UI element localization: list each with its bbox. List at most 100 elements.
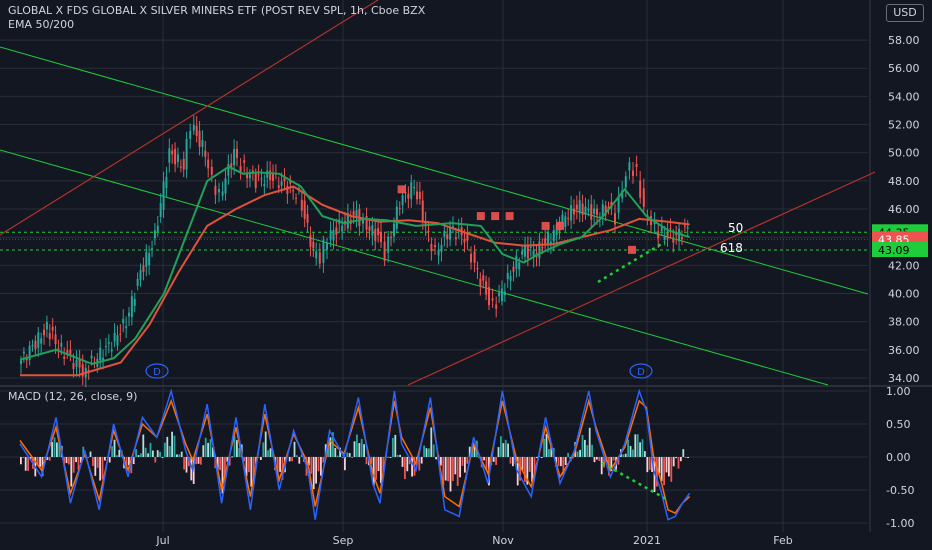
candle-body [642, 188, 645, 207]
macd-histogram-bar [154, 457, 157, 463]
macd-histogram-bar [404, 457, 406, 480]
candle-body [145, 251, 148, 267]
candle-body [584, 206, 587, 215]
macd-histogram-bar [99, 457, 101, 481]
candle-body [544, 238, 547, 245]
candle-body [581, 203, 584, 215]
macd-histogram-bar [164, 442, 166, 457]
macd-histogram-bar [389, 457, 392, 458]
macd-histogram-bar [509, 457, 512, 464]
macd-histogram-bar [524, 457, 526, 482]
candle-body [395, 206, 398, 229]
macd-histogram-bar [336, 455, 339, 457]
candle-body [315, 251, 318, 259]
macd-histogram-bar [447, 457, 449, 482]
macd-histogram-bar [687, 457, 689, 458]
candle-body [322, 240, 325, 264]
macd-histogram-bar [161, 457, 164, 458]
channel-line-red-upper [0, 0, 379, 236]
macd-histogram-bar [411, 457, 413, 477]
candle-body [398, 207, 401, 209]
candle-body [470, 253, 472, 263]
candle-body [221, 191, 224, 196]
macd-histogram-bar [387, 456, 389, 458]
macd-histogram-bar [173, 435, 176, 457]
candle-body [20, 360, 22, 364]
dividend-marker-label: D [637, 367, 645, 378]
macd-histogram-bar [171, 431, 173, 457]
macd-histogram-bar [454, 457, 457, 475]
channel-line-upper [0, 46, 869, 295]
macd-tick-label: 0.00 [886, 451, 911, 464]
candle-body [368, 226, 371, 231]
candle-body [280, 181, 283, 186]
candle-body [332, 229, 335, 241]
chart-canvas[interactable]: 50 618 D D 58.00 56.00 54.00 52.00 50.00 48.00 46… [0, 0, 932, 550]
candle-body [312, 241, 315, 249]
candle-body [90, 355, 93, 359]
candle-body [407, 193, 410, 199]
candle-body [51, 326, 54, 331]
macd-histogram-bar [356, 434, 358, 457]
macd-histogram-bar [27, 457, 29, 472]
macd-histogram-bar [428, 448, 430, 457]
candle-body [119, 333, 122, 335]
price-label-text: 43.09 [878, 244, 910, 257]
candle-body [45, 321, 48, 330]
macd-histogram-bar [430, 427, 433, 457]
macd-histogram-bar [668, 457, 670, 477]
macd-histogram-bar [660, 457, 663, 481]
ema-indicator-label[interactable]: EMA 50/200 [8, 18, 74, 31]
macd-histogram-bar [310, 457, 313, 474]
candle-body [300, 199, 303, 211]
macd-histogram-bar [262, 442, 265, 457]
candle-body [329, 230, 332, 240]
macd-histogram-bar [334, 447, 337, 457]
macd-histogram-bar [269, 448, 272, 457]
candle-body [198, 130, 201, 147]
macd-histogram-bar [423, 445, 425, 457]
macd-histogram-bar [672, 457, 675, 467]
macd-histogram-bar [466, 457, 469, 464]
macd-histogram-bar [144, 447, 147, 457]
macd-histogram-bar [435, 457, 437, 460]
macd-histogram-bar [684, 457, 687, 458]
candle-body [392, 223, 395, 237]
candle-body [151, 248, 154, 250]
candle-body [509, 276, 512, 281]
price-tick-label: 38.00 [888, 316, 920, 329]
macd-histogram-bar [406, 457, 409, 472]
candle-body [63, 356, 66, 359]
candle-body [248, 174, 251, 179]
macd-histogram-bar [363, 444, 365, 457]
macd-histogram-bar [579, 449, 581, 457]
candle-body [479, 278, 482, 287]
candle-body [518, 262, 521, 270]
currency-button[interactable]: USD [886, 4, 924, 22]
macd-histogram-bar [444, 457, 447, 481]
candle-body [40, 338, 43, 344]
candle-body [72, 363, 75, 369]
macd-histogram-bar [149, 442, 152, 457]
macd-histogram-bar [495, 457, 497, 465]
macd-histogram-bar [639, 442, 641, 457]
macd-histogram-bar [168, 445, 171, 457]
macd-histogram-bar [147, 453, 149, 457]
candle-body [387, 236, 390, 253]
macd-histogram-bar [113, 439, 116, 457]
candle-body [182, 158, 185, 170]
candle-body [476, 267, 479, 270]
macd-histogram-bar [500, 436, 502, 457]
macd-indicator-label[interactable]: MACD (12, 26, close, 9) [8, 390, 137, 403]
candle-body [122, 318, 125, 324]
candle-body [657, 231, 660, 239]
signal-marker [541, 221, 550, 230]
macd-tick-label: -0.50 [886, 484, 914, 497]
candle-body [139, 270, 142, 280]
macd-histogram-bar [108, 457, 111, 463]
candle-body [564, 216, 567, 228]
fib-label-618: 618 [720, 241, 743, 255]
macd-histogram-bar [207, 442, 209, 457]
candle-body [587, 208, 590, 211]
price-label: 43.09 [872, 242, 928, 258]
